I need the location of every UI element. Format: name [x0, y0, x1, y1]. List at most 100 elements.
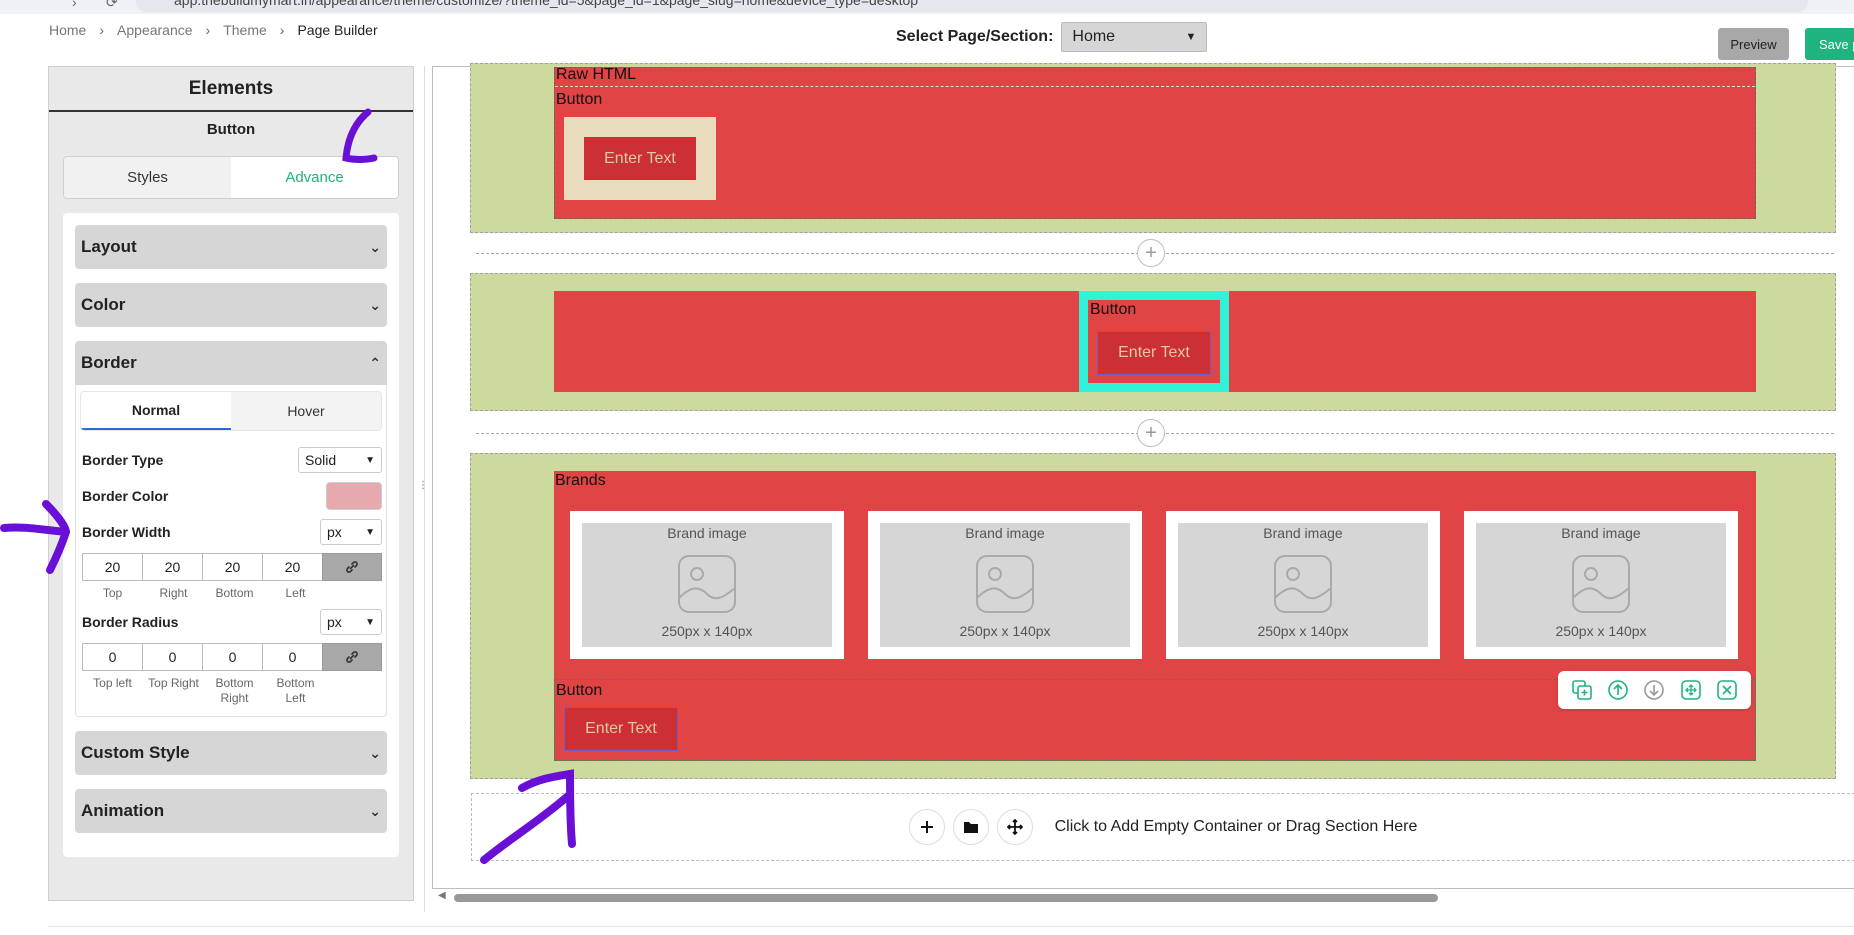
enter-text-button[interactable]: Enter Text	[564, 707, 678, 751]
breadcrumb-page-builder: Page Builder	[297, 22, 378, 38]
duplicate-icon[interactable]	[1570, 678, 1594, 702]
panel-body: Layout ⌄ Color ⌄ Border ⌃ Normal Hover B…	[63, 213, 399, 857]
scroll-left-icon[interactable]: ◀	[438, 890, 446, 901]
add-section-plus-icon[interactable]: +	[1137, 239, 1165, 267]
border-width-right-input[interactable]: 20	[142, 553, 202, 581]
border-width-top-input[interactable]: 20	[82, 553, 142, 581]
border-width-unit-select[interactable]: px ▼	[320, 519, 382, 545]
move-down-icon[interactable]	[1642, 678, 1666, 702]
scrollbar-thumb[interactable]	[454, 894, 1438, 902]
brand-image-placeholder: Brand image 250px x 140px	[1178, 523, 1428, 647]
save-page-button[interactable]: Save page	[1805, 28, 1854, 60]
brand-card[interactable]: Brand image 250px x 140px	[1166, 511, 1440, 659]
address-bar[interactable]: app.thebuildmymart.in/appearance/theme/c…	[136, 0, 1808, 12]
brand-card[interactable]: Brand image 250px x 140px	[570, 511, 844, 659]
brand-card[interactable]: Brand image 250px x 140px	[1464, 511, 1738, 659]
chevron-down-icon: ▼	[365, 526, 375, 538]
accordion-animation[interactable]: Animation ⌄	[75, 789, 387, 833]
folder-icon[interactable]	[952, 809, 989, 845]
image-placeholder-icon	[976, 555, 1034, 613]
radius-top-left-input[interactable]: 0	[82, 643, 142, 671]
border-color-label: Border Color	[82, 488, 169, 504]
tab-styles[interactable]: Styles	[64, 157, 231, 198]
brand-size: 250px x 140px	[1555, 623, 1647, 639]
section-2[interactable]: Button Enter Text	[470, 273, 1836, 411]
border-state-tabs: Normal Hover	[80, 391, 382, 431]
section-3-container[interactable]: Brands Brand image 250px x 140px Brand i…	[554, 471, 1756, 761]
annotation-arrow-border-width	[0, 500, 71, 574]
breadcrumb-theme[interactable]: Theme	[223, 22, 267, 38]
accordion-animation-label: Animation	[81, 801, 165, 820]
move-up-icon[interactable]	[1606, 678, 1630, 702]
breadcrumb-home[interactable]: Home	[49, 22, 86, 38]
accordion-layout[interactable]: Layout ⌄	[75, 225, 387, 269]
raw-html-divider	[555, 86, 1755, 87]
add-section-plus-icon[interactable]: +	[1137, 419, 1165, 447]
button-element-label: Button	[1090, 301, 1137, 318]
border-type-select[interactable]: Solid ▼	[298, 447, 382, 473]
accordion-custom-style[interactable]: Custom Style ⌄	[75, 731, 387, 775]
enter-text-button[interactable]: Enter Text	[584, 137, 696, 180]
section-3[interactable]: Brands Brand image 250px x 140px Brand i…	[470, 453, 1836, 779]
page-select[interactable]: Home ▼	[1061, 22, 1208, 52]
border-radius-unit-select[interactable]: px ▼	[320, 609, 382, 635]
enter-text-button-selected[interactable]: Enter Text	[1097, 331, 1211, 375]
brands-label: Brands	[555, 472, 606, 489]
side-label-top: Top	[102, 586, 123, 600]
link-icon[interactable]	[322, 553, 383, 581]
border-radius-inputs: 0 0 0 0	[82, 643, 383, 671]
footer-divider	[48, 926, 1854, 927]
link-icon[interactable]	[322, 643, 383, 671]
image-placeholder-icon	[1274, 555, 1332, 613]
add-container-text: Click to Add Empty Container or Drag Sec…	[1054, 818, 1418, 835]
accordion-border[interactable]: Border ⌃	[75, 341, 387, 385]
corner-label-bottom-right: Bottom Right	[215, 676, 254, 705]
tab-hover[interactable]: Hover	[231, 392, 381, 430]
tab-normal[interactable]: Normal	[81, 392, 231, 430]
move-arrows-icon[interactable]	[996, 809, 1033, 845]
border-width-bottom-input[interactable]: 20	[202, 553, 262, 581]
button-element-label: Button	[556, 91, 603, 108]
brand-image-placeholder: Brand image 250px x 140px	[880, 523, 1130, 647]
accordion-custom-style-label: Custom Style	[81, 743, 190, 762]
border-type-label: Border Type	[82, 452, 164, 468]
border-width-label: Border Width	[82, 524, 171, 540]
breadcrumb: Home › Appearance › Theme › Page Builder	[49, 22, 378, 38]
preview-button[interactable]: Preview	[1718, 28, 1789, 60]
select-page-control: Select Page/Section: Home ▼	[896, 22, 1208, 52]
back-icon[interactable]: ›	[72, 0, 77, 10]
border-width-side-labels: Top Right Bottom Left	[82, 586, 382, 601]
corner-label-top-left: Top left	[93, 676, 132, 690]
brand-title: Brand image	[1263, 525, 1343, 541]
brand-card[interactable]: Brand image 250px x 140px	[868, 511, 1142, 659]
reload-icon[interactable]: ⟳	[106, 0, 118, 11]
section-1[interactable]: Raw HTML Button Enter Text	[470, 63, 1836, 233]
image-placeholder-icon	[1572, 555, 1630, 613]
radius-top-right-input[interactable]: 0	[142, 643, 202, 671]
section-2-container[interactable]: Button Enter Text	[554, 291, 1756, 392]
drag-move-icon[interactable]	[1679, 678, 1703, 702]
border-type-row: Border Type Solid ▼	[80, 445, 382, 475]
resize-handle-icon[interactable]: ⋮	[418, 480, 428, 491]
border-settings: Normal Hover Border Type Solid ▼ Border …	[75, 385, 387, 717]
border-width-unit: px	[327, 524, 342, 540]
breadcrumb-appearance[interactable]: Appearance	[117, 22, 193, 38]
brand-image-placeholder: Brand image 250px x 140px	[582, 523, 832, 647]
chevron-down-icon: ⌄	[369, 296, 381, 313]
border-width-left-input[interactable]: 20	[262, 553, 322, 581]
border-color-swatch[interactable]	[326, 482, 382, 510]
side-label-left: Left	[285, 586, 306, 600]
page-select-value: Home	[1072, 28, 1116, 45]
address-text: app.thebuildmymart.in/appearance/theme/c…	[174, 0, 919, 8]
add-container-plus-icon[interactable]	[908, 809, 945, 845]
delete-icon[interactable]	[1715, 678, 1739, 702]
radius-bottom-right-input[interactable]: 0	[202, 643, 262, 671]
add-container-zone[interactable]: Click to Add Empty Container or Drag Sec…	[471, 793, 1854, 861]
radius-bottom-left-input[interactable]: 0	[262, 643, 322, 671]
accordion-color[interactable]: Color ⌄	[75, 283, 387, 327]
raw-html-label: Raw HTML	[556, 66, 637, 83]
section-1-container[interactable]: Raw HTML Button Enter Text	[554, 66, 1756, 219]
corner-label-bottom-left: Bottom Left	[276, 676, 315, 705]
chevron-down-icon: ⌄	[369, 802, 381, 819]
canvas-horizontal-scrollbar[interactable]: ◀	[436, 890, 1854, 904]
